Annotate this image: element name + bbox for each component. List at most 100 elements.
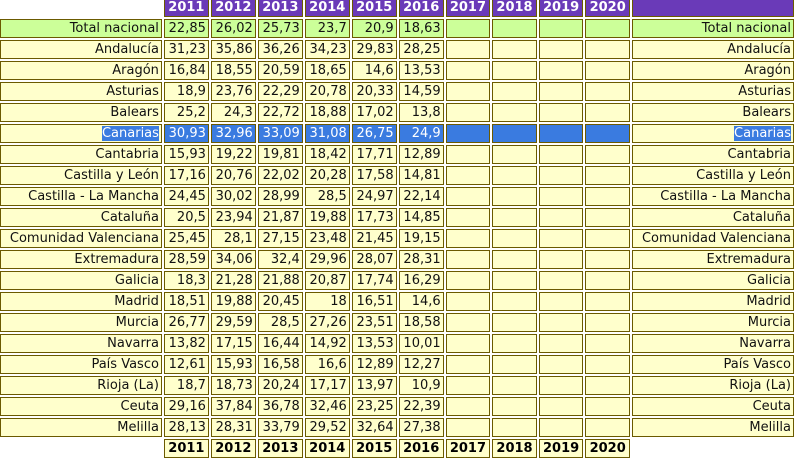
region-label: Navarra (739, 336, 791, 351)
region-name: Navarra (631, 334, 794, 353)
empty-cell (445, 19, 491, 38)
region-label: Balears (110, 105, 159, 120)
value-cell: 27,38 (398, 418, 444, 437)
year-header[interactable]: 2017 (445, 0, 491, 17)
value-cell: 28,31 (398, 250, 444, 269)
header-corner-left (0, 0, 162, 17)
region-label: Aragón (744, 63, 791, 78)
region-name: Castilla y León (0, 166, 162, 185)
value-cell: 28,59 (163, 250, 209, 269)
region-name: País Vasco (0, 355, 162, 374)
empty-cell (538, 355, 584, 374)
table-row[interactable]: Murcia 26,77 29,59 28,5 27,26 23,51 18,58 Murci… (0, 313, 794, 332)
empty-cell (492, 355, 537, 374)
table-row[interactable]: Madrid 18,51 19,88 20,45 18 16,51 14,6 Madrid (0, 292, 794, 311)
table-row[interactable]: Galicia 18,3 21,28 21,88 20,87 17,74 16,29 Gali… (0, 271, 794, 290)
year-footer: 2013 (257, 439, 303, 458)
region-label: Castilla y León (696, 168, 791, 183)
empty-cell (538, 166, 584, 185)
value-cell: 24,45 (163, 187, 209, 206)
empty-cell (538, 376, 584, 395)
value-cell: 18,55 (210, 61, 256, 80)
table-row[interactable]: Extremadura 28,59 34,06 32,4 29,96 28,07 28,31… (0, 250, 794, 269)
empty-cell (585, 103, 630, 122)
value-cell: 16,29 (398, 271, 444, 290)
empty-cell (445, 397, 491, 416)
empty-cell (445, 292, 491, 311)
table-row[interactable]: Asturias 18,9 23,76 22,29 20,78 20,33 14,59 Ast… (0, 82, 794, 101)
table-row[interactable]: Ceuta 29,16 37,84 36,78 32,46 23,25 22,39 Ceuta (0, 397, 794, 416)
value-cell: 14,81 (398, 166, 444, 185)
year-footer: 2017 (445, 439, 491, 458)
region-name: Navarra (0, 334, 162, 353)
value-cell: 17,15 (210, 334, 256, 353)
year-header[interactable]: 2012 (210, 0, 256, 17)
empty-cell (445, 376, 491, 395)
value-cell: 12,89 (351, 355, 397, 374)
region-name: Melilla (631, 418, 794, 437)
year-header[interactable]: 2020 (585, 0, 630, 17)
value-cell: 14,59 (398, 82, 444, 101)
empty-cell (538, 187, 584, 206)
year-footer: 2020 (585, 439, 630, 458)
value-cell: 18,63 (398, 19, 444, 38)
value-cell: 30,93 (163, 124, 209, 143)
table-row[interactable]: Navarra 13,82 17,15 16,44 14,92 13,53 10,01 Nav… (0, 334, 794, 353)
value-cell: 12,89 (398, 145, 444, 164)
value-cell: 28,13 (163, 418, 209, 437)
table-row[interactable]: País Vasco 12,61 15,93 16,58 16,6 12,89 12,27 P… (0, 355, 794, 374)
table-row[interactable]: Cataluña 20,5 23,94 21,87 19,88 17,73 14,85 Cat… (0, 208, 794, 227)
empty-cell (585, 250, 630, 269)
value-cell: 16,6 (304, 355, 350, 374)
value-cell: 19,81 (257, 145, 303, 164)
year-header[interactable]: 2014 (304, 0, 350, 17)
year-header[interactable]: 2018 (492, 0, 537, 17)
empty-cell (492, 418, 537, 437)
empty-cell (538, 145, 584, 164)
region-name: Murcia (0, 313, 162, 332)
year-footer: 2014 (304, 439, 350, 458)
year-header[interactable]: 2013 (257, 0, 303, 17)
table-row[interactable]: Balears 25,2 24,3 22,72 18,88 17,02 13,8 Balear… (0, 103, 794, 122)
empty-cell (585, 271, 630, 290)
value-cell: 20,78 (304, 82, 350, 101)
region-name: Cantabria (631, 145, 794, 164)
value-cell: 26,77 (163, 313, 209, 332)
region-name: Melilla (0, 418, 162, 437)
region-label: Castilla - La Mancha (660, 189, 791, 204)
region-name: Asturias (631, 82, 794, 101)
table-row[interactable]: Rioja (La) 18,7 18,73 20,24 17,17 13,97 10,9 Ri… (0, 376, 794, 395)
empty-cell (585, 334, 630, 353)
value-cell: 18,9 (163, 82, 209, 101)
table-row[interactable]: Cantabria 15,93 19,22 19,81 18,42 17,71 12,89 C… (0, 145, 794, 164)
region-label: Cataluña (732, 210, 791, 225)
empty-cell (445, 229, 491, 248)
value-cell: 27,15 (257, 229, 303, 248)
region-label: Canarias (101, 126, 159, 141)
value-cell: 26,02 (210, 19, 256, 38)
year-header[interactable]: 2011 (163, 0, 209, 17)
table-row[interactable]: Castilla - La Mancha 24,45 30,02 28,99 28,5 2… (0, 187, 794, 206)
header-row: 2011 2012 2013 2014 2015 2016 2017 2018 … (0, 0, 794, 17)
year-header[interactable]: 2016 (398, 0, 444, 17)
table-row[interactable]: Aragón 16,84 18,55 20,59 18,65 14,6 13,53 Aragó… (0, 61, 794, 80)
table-row[interactable]: Total nacional 22,85 26,02 25,73 23,7 20,9 18,… (0, 19, 794, 38)
table-row[interactable]: Melilla 28,13 28,31 33,79 29,52 32,64 27,38 Mel… (0, 418, 794, 437)
table-row[interactable]: Comunidad Valenciana 25,45 28,1 27,15 23,48 2… (0, 229, 794, 248)
year-header[interactable]: 2015 (351, 0, 397, 17)
value-cell: 20,59 (257, 61, 303, 80)
table-row[interactable]: Castilla y León 17,16 20,76 22,02 20,28 17,58… (0, 166, 794, 185)
value-cell: 31,23 (163, 40, 209, 59)
region-name: Rioja (La) (631, 376, 794, 395)
value-cell: 20,33 (351, 82, 397, 101)
empty-cell (538, 397, 584, 416)
table-row[interactable]: Canarias 30,93 32,96 33,09 31,08 26,75 24,9 Can… (0, 124, 794, 143)
value-cell: 36,78 (257, 397, 303, 416)
empty-cell (538, 292, 584, 311)
year-header[interactable]: 2019 (538, 0, 584, 17)
region-label: Comunidad Valenciana (9, 231, 159, 246)
empty-cell (492, 292, 537, 311)
table-row[interactable]: Andalucía 31,23 35,86 36,26 34,23 29,83 28,25 A… (0, 40, 794, 59)
empty-cell (585, 40, 630, 59)
value-cell: 32,64 (351, 418, 397, 437)
